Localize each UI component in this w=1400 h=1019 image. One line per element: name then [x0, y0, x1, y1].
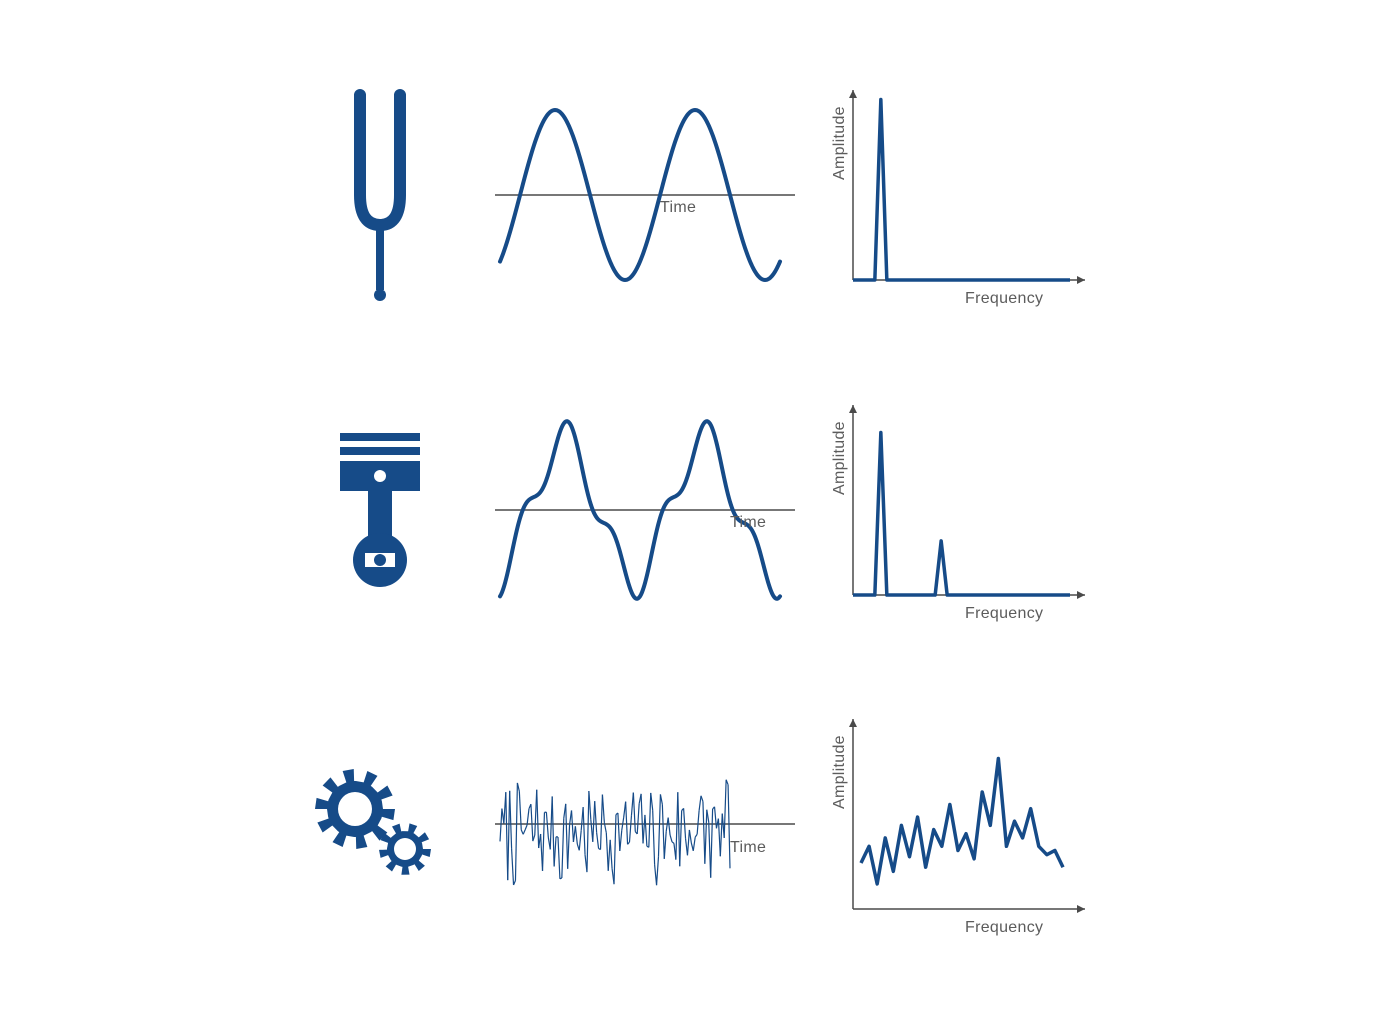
piston-icon — [305, 410, 455, 610]
time-plot-gearbox: Time — [495, 724, 795, 924]
frequency-axis-label: Frequency — [965, 605, 1043, 623]
gears-icon — [305, 724, 455, 924]
time-axis-label: Time — [730, 514, 766, 532]
time-axis-label: Time — [660, 199, 696, 217]
frequency-axis-label: Frequency — [965, 290, 1043, 308]
spectrum-plot-piston: Amplitude Frequency — [835, 395, 1095, 625]
spectrum-plot-gearbox: Amplitude Frequency — [835, 709, 1095, 939]
row-gearbox: Time Amplitude Frequency — [220, 709, 1180, 939]
time-plot-tuning-fork: Time — [495, 95, 795, 295]
spectrum-plot-tuning-fork: Amplitude Frequency — [835, 80, 1095, 310]
diagram-canvas: Time Amplitude Frequency Time — [0, 0, 1400, 1019]
row-tuning-fork: Time Amplitude Frequency — [220, 80, 1180, 310]
time-axis-label: Time — [730, 839, 766, 857]
amplitude-axis-label: Amplitude — [831, 421, 849, 495]
amplitude-axis-label: Amplitude — [831, 735, 849, 809]
time-plot-piston: Time — [495, 410, 795, 610]
tuning-fork-icon — [305, 95, 455, 295]
row-piston: Time Amplitude Frequency — [220, 395, 1180, 625]
amplitude-axis-label: Amplitude — [831, 106, 849, 180]
frequency-axis-label: Frequency — [965, 919, 1043, 937]
